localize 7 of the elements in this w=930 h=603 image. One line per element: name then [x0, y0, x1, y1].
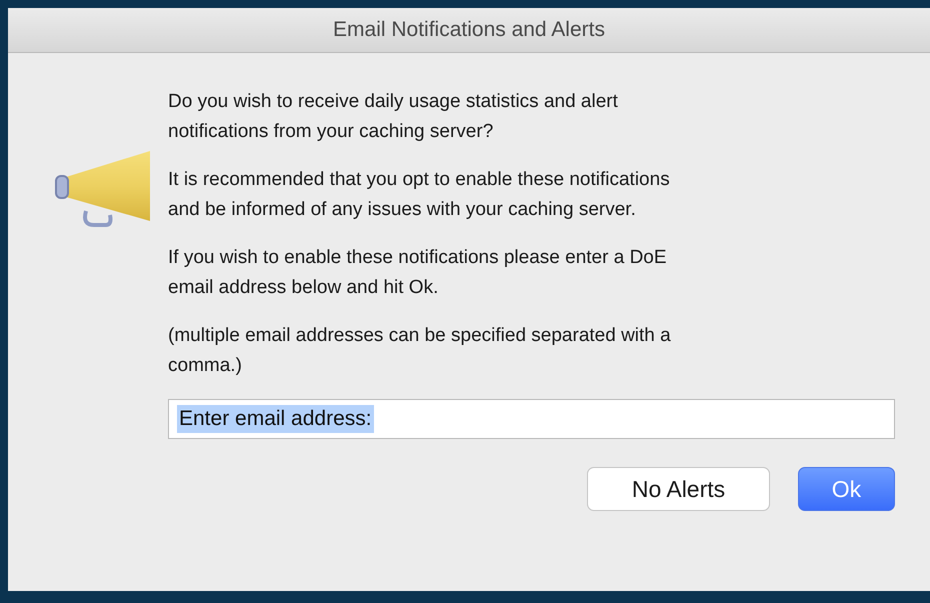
email-input-field[interactable]: Enter email address: — [168, 399, 895, 439]
message-text: Do you wish to receive daily usage statistics and alert notifications from your caching server? — [168, 90, 619, 144]
message-text: If you wish to enable these notifications please enter a DoE email address below and hit Ok. — [168, 246, 668, 300]
message-text: It is recommended that you opt to enable these notifications and be informed of any issues with your caching server. — [168, 168, 671, 222]
message-text: (multiple email addresses can be specified separated with a comma.) — [168, 324, 672, 378]
no-alerts-button[interactable]: No Alerts — [587, 467, 770, 511]
window-title: Email Notifications and Alerts — [333, 18, 605, 42]
